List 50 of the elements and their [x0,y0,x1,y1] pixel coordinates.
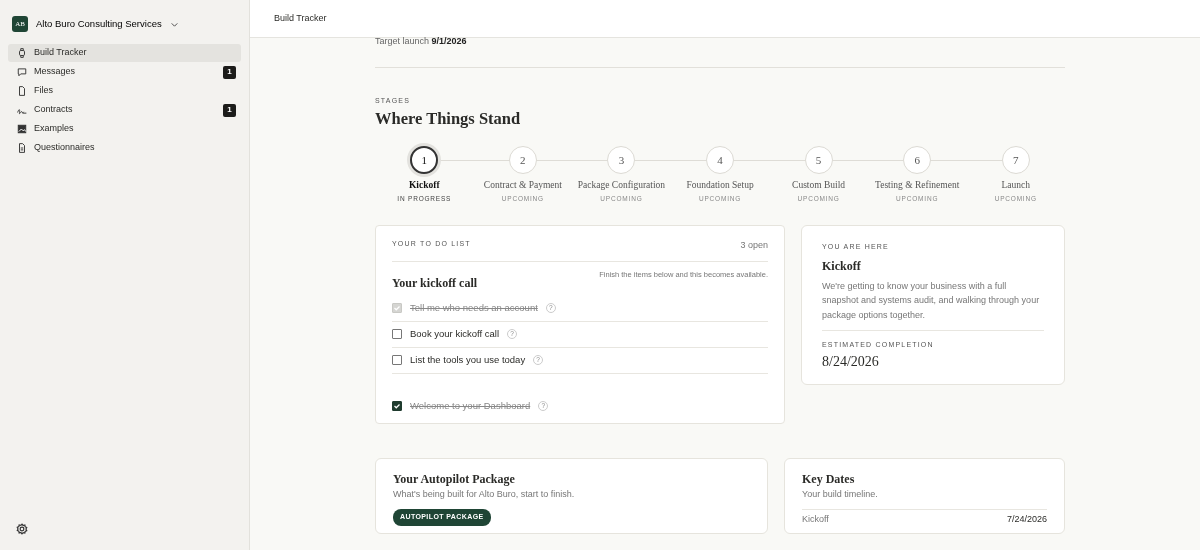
workspace-name: Alto Buro Consulting Services [36,16,162,31]
sidebar-item[interactable]: Contracts 1 [8,101,241,119]
card-title: Key Dates [802,470,856,488]
date-value: 7/24/2026 [1006,513,1047,527]
step-name: Custom Build [792,181,846,191]
page-title: Build Tracker [274,11,327,25]
section-title: Where Things Stand [375,110,522,129]
card-subtitle: What's being built for Alto Buro, start to finish. [393,487,576,501]
sidebar-item[interactable]: Questionnaires [8,139,241,157]
step-circle: 2 [508,146,537,175]
card-title: Kickoff [822,257,862,275]
open-count: 3 open [740,239,768,253]
step-circle: 7 [1001,146,1030,175]
sidebar-item[interactable]: Files [8,82,241,100]
step-circle: 3 [607,146,636,175]
step-name: Kickoff [409,181,440,191]
todo-label: Welcome to your Dashboard [410,398,531,413]
image-icon [17,124,27,134]
stage-description: We're getting to know your business with a full snapshot and systems audit, and walking through your package options together. [822,279,1041,322]
step-name: Foundation Setup [686,181,754,191]
document-icon [17,143,27,153]
card-title: Your kickoff call [392,274,478,292]
completion-date: 8/24/2026 [822,352,880,371]
step-circle: 4 [706,146,734,175]
watch-icon [17,48,27,58]
checkbox[interactable] [392,355,402,366]
card-title: Your Autopilot Package [393,470,516,488]
step-circle: 1 [410,146,439,175]
step-circle: 5 [804,146,833,175]
todo-label: Book your kickoff call [410,327,500,342]
count-badge: 1 [223,103,236,117]
todo-label: Tell me who needs an account [410,301,538,316]
file-icon [17,86,27,96]
checkbox[interactable] [392,329,402,340]
sidebar-item[interactable]: Examples [8,120,241,138]
todo-label: List the tools you use today [410,353,526,368]
date-label: Kickoff [802,513,829,527]
sidebar-item[interactable]: Messages 1 [8,63,241,81]
count-badge: 1 [223,65,236,79]
checkbox[interactable] [392,400,402,411]
step-name: Contract & Payment [483,181,562,191]
step-name: Launch [1001,181,1030,191]
target-launch-text: Target launch 9/1/2026 [375,35,468,48]
sidebar-item[interactable]: Build Tracker [8,44,241,62]
step-name: Package Configuration [577,181,666,191]
chat-bubble-icon [17,67,27,77]
step-name: Testing & Refinement [875,181,960,191]
settings-button[interactable] [16,522,28,534]
card-subtitle: Your build timeline. [802,487,879,501]
step-circle: 6 [903,146,932,175]
